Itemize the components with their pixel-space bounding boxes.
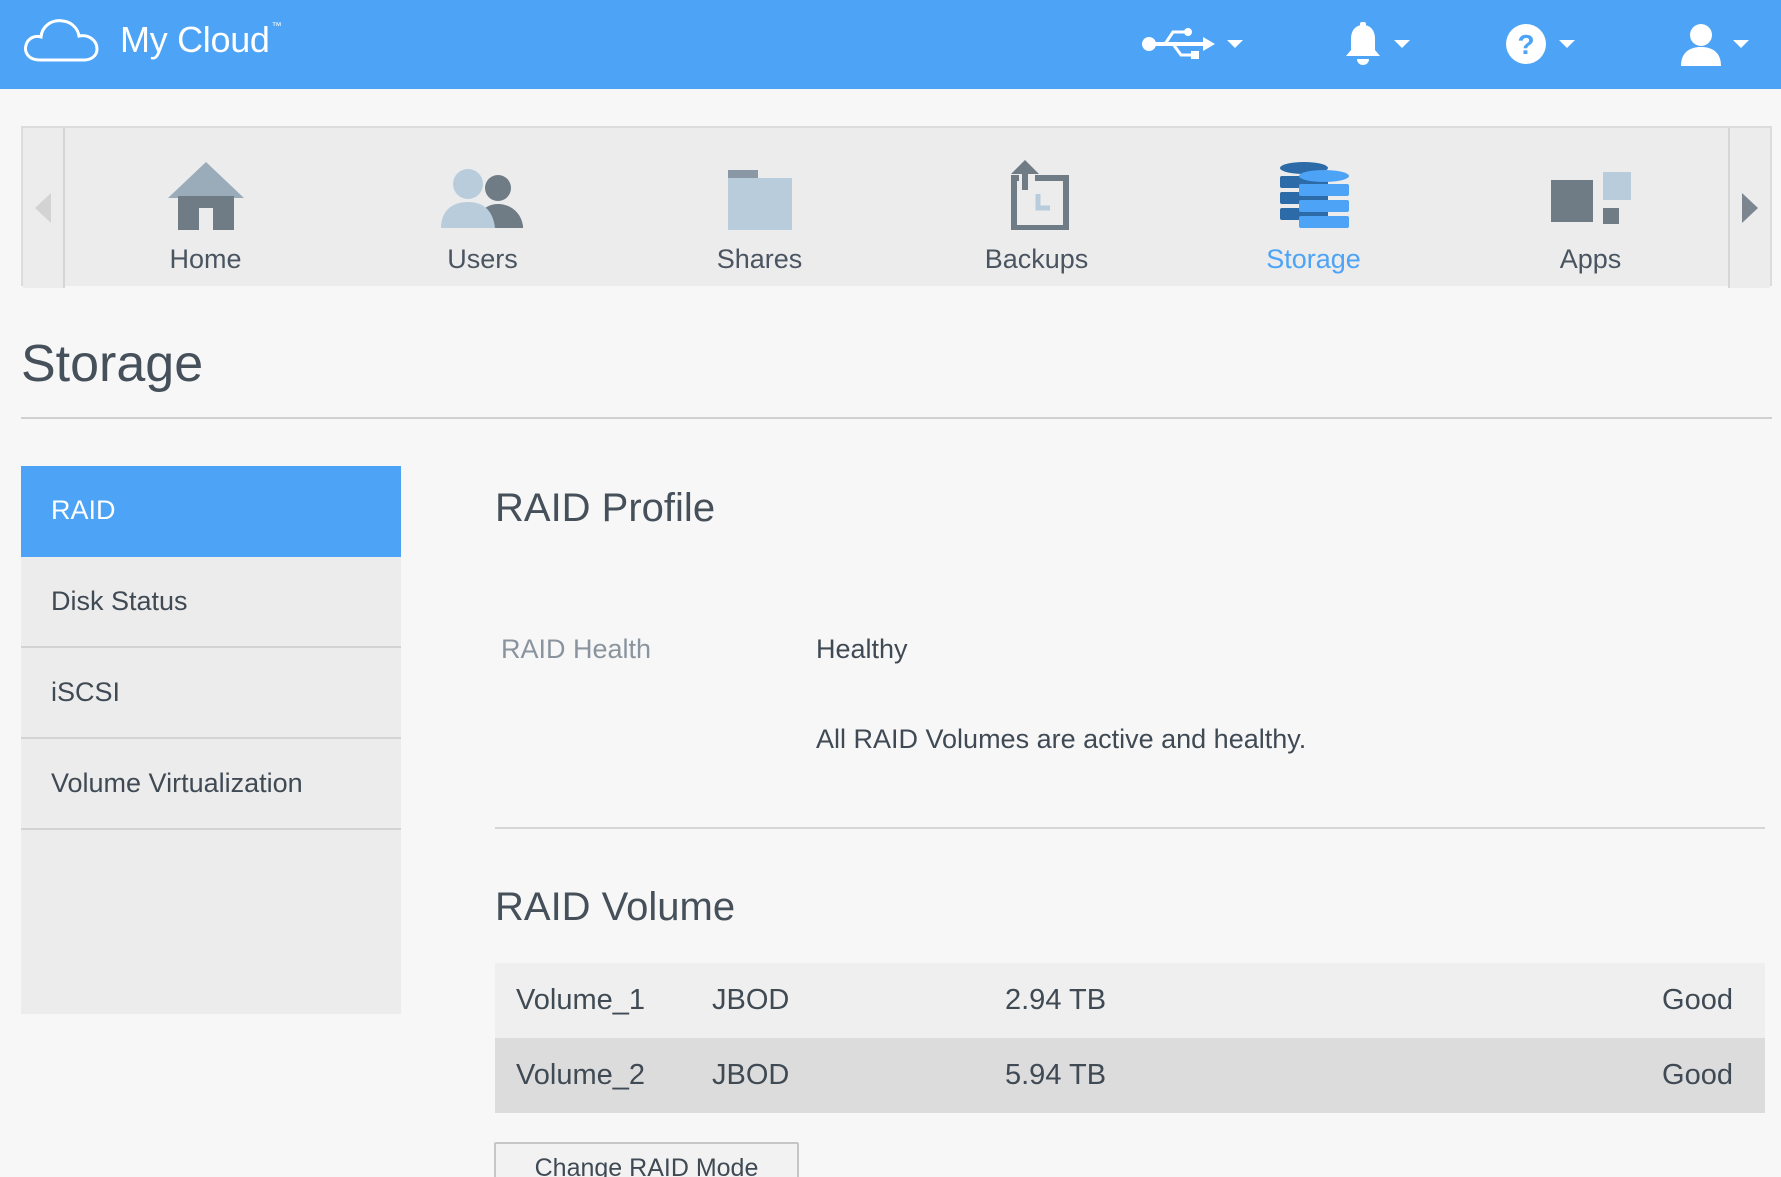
nav-item-backups[interactable]: Backups: [898, 128, 1175, 288]
help-icon: ?: [1506, 24, 1546, 64]
user-icon: [1681, 24, 1721, 66]
nav-label: Users: [447, 244, 518, 274]
storage-icon: [1279, 162, 1349, 228]
volume-status: Good: [1662, 984, 1733, 1016]
svg-text:?: ?: [1517, 29, 1534, 60]
help-menu[interactable]: ?: [1505, 14, 1575, 74]
volume-type: JBOD: [712, 1059, 790, 1091]
nav-scroll-right[interactable]: [1728, 128, 1770, 288]
main-nav: Home Users Shares Backups Storage Apps: [21, 126, 1772, 288]
nav-label: Shares: [716, 244, 803, 274]
chevron-down-icon: [1227, 40, 1243, 48]
raid-volume-title: RAID Volume: [495, 885, 736, 929]
raid-health-value: Healthy: [816, 634, 908, 664]
sidebar-item-disk-status[interactable]: Disk Status: [21, 557, 401, 648]
users-icon: [440, 169, 523, 228]
cloud-icon: [24, 19, 99, 62]
notifications-menu[interactable]: [1344, 14, 1410, 74]
raid-health-label: RAID Health: [501, 634, 652, 664]
volume-name: Volume_2: [516, 1059, 645, 1091]
volume-size: 2.94 TB: [1005, 984, 1107, 1016]
page-title: Storage: [21, 335, 204, 393]
title-divider: [21, 417, 1772, 419]
chevron-down-icon: [1733, 40, 1749, 48]
nav-label: Backups: [984, 244, 1089, 274]
sidebar-item-iscsi[interactable]: iSCSI: [21, 648, 401, 739]
bell-icon: [1346, 22, 1380, 65]
nav-scroll-left[interactable]: [23, 128, 65, 288]
sidebar-item-volume-virtualization[interactable]: Volume Virtualization: [21, 739, 401, 830]
volume-type: JBOD: [712, 984, 790, 1016]
nav-label: Storage: [1266, 244, 1361, 274]
apps-icon: [1550, 172, 1631, 224]
chevron-left-icon: [35, 193, 51, 223]
volume-status: Good: [1662, 1059, 1733, 1091]
backup-icon: [1010, 160, 1069, 230]
logo-trademark: ™: [271, 20, 282, 32]
nav-label: Home: [169, 244, 242, 274]
nav-item-storage[interactable]: Storage: [1175, 128, 1452, 288]
table-row[interactable]: Volume_2 JBOD 5.94 TB Good: [495, 1038, 1765, 1113]
user-menu[interactable]: [1681, 14, 1749, 74]
chevron-down-icon: [1559, 40, 1575, 48]
sidebar-item-raid[interactable]: RAID: [21, 466, 401, 557]
usb-menu[interactable]: [1141, 14, 1243, 74]
nav-item-apps[interactable]: Apps: [1452, 128, 1729, 288]
folder-icon: [727, 170, 792, 230]
chevron-right-icon: [1742, 193, 1758, 223]
nav-item-shares[interactable]: Shares: [621, 128, 898, 288]
logo-text: My Cloud: [120, 19, 270, 60]
change-raid-mode-button[interactable]: Change RAID Mode: [494, 1142, 799, 1177]
raid-health-message: All RAID Volumes are active and healthy.: [816, 724, 1307, 754]
section-divider: [495, 827, 1765, 829]
home-icon: [167, 162, 244, 230]
volume-name: Volume_1: [516, 984, 645, 1016]
raid-volume-table: Volume_1 JBOD 2.94 TB Good Volume_2 JBOD…: [495, 963, 1765, 1113]
nav-item-users[interactable]: Users: [344, 128, 621, 288]
raid-profile-title: RAID Profile: [495, 486, 716, 530]
table-row[interactable]: Volume_1 JBOD 2.94 TB Good: [495, 963, 1765, 1038]
logo[interactable]: My Cloud ™: [22, 12, 282, 68]
top-bar: My Cloud ™ ?: [0, 0, 1781, 89]
usb-icon: [1142, 28, 1215, 59]
sidebar: RAID Disk Status iSCSI Volume Virtualiza…: [21, 466, 401, 1014]
volume-size: 5.94 TB: [1005, 1059, 1107, 1091]
nav-item-home[interactable]: Home: [67, 128, 344, 288]
chevron-down-icon: [1394, 40, 1410, 48]
nav-label: Apps: [1559, 244, 1622, 274]
